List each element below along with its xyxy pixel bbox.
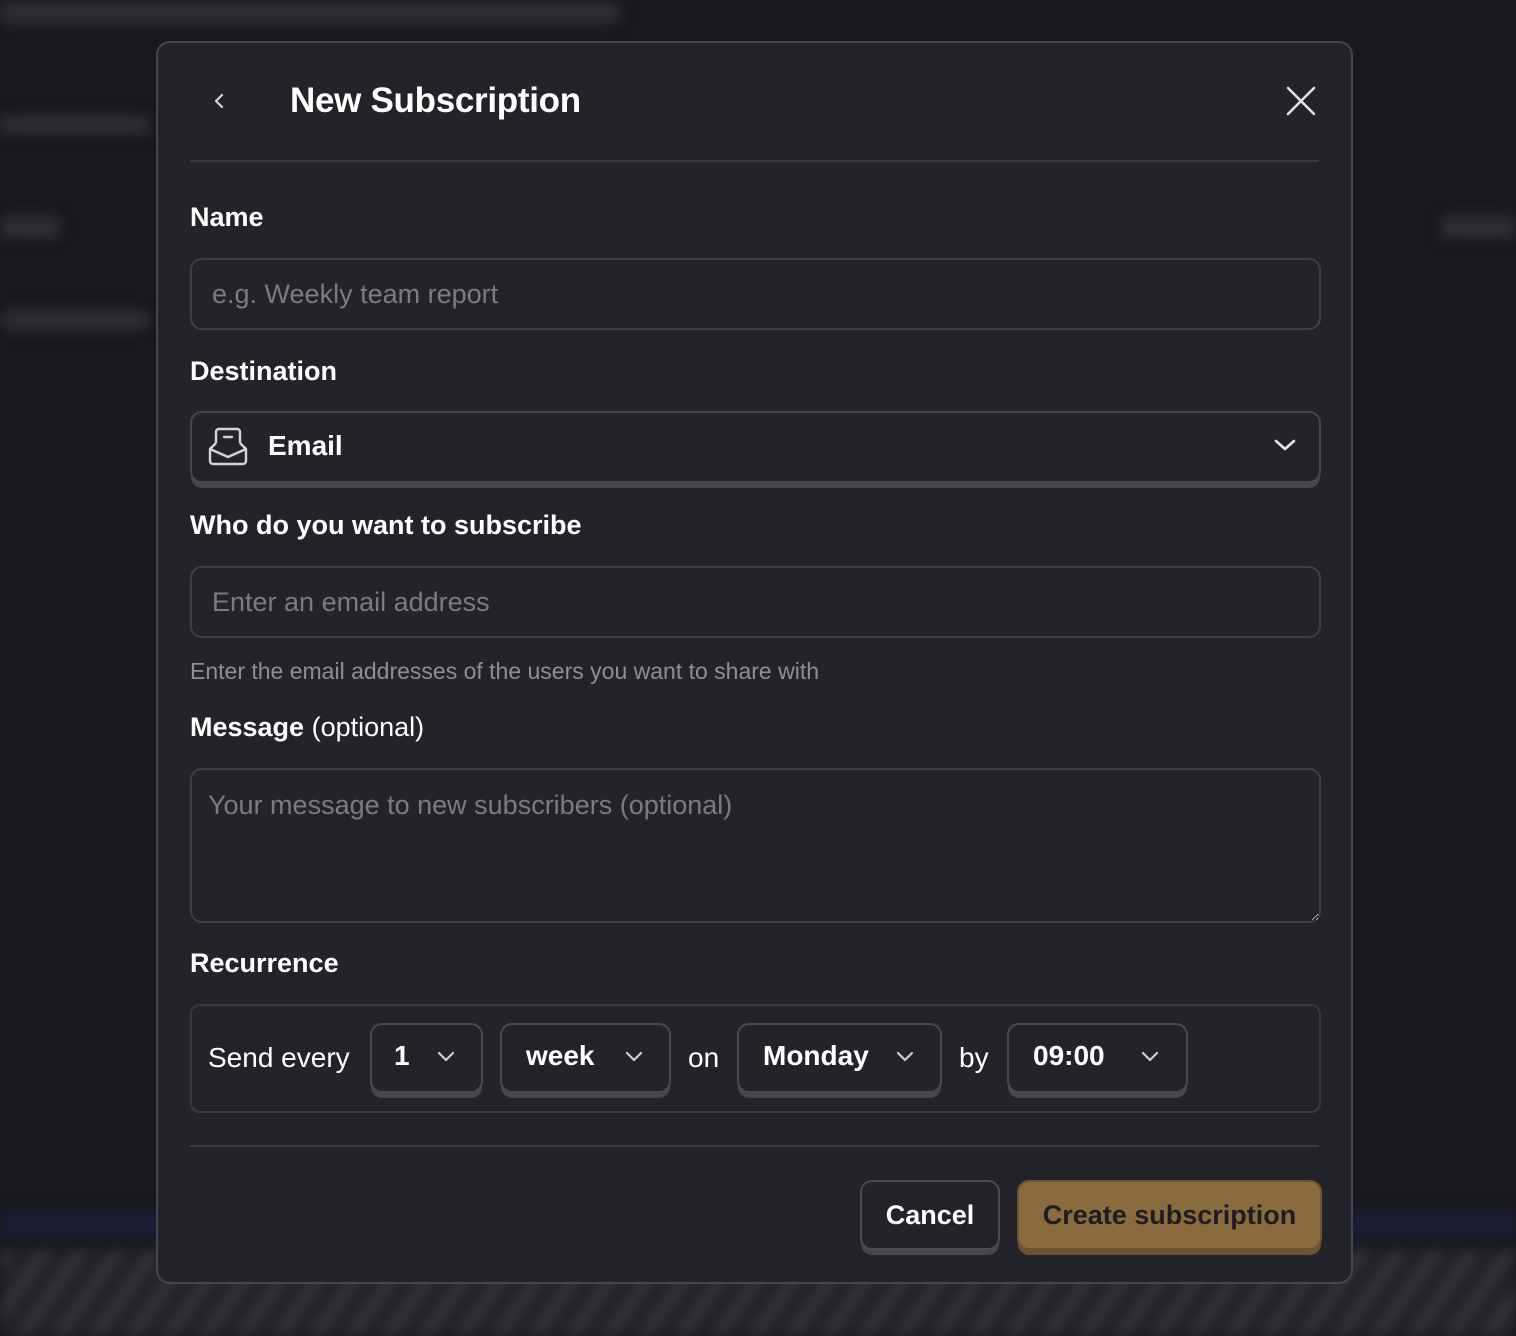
on-text: on [688, 1042, 720, 1073]
email-input[interactable] [190, 566, 1321, 638]
chevron-down-icon [896, 1051, 914, 1062]
inbox-icon [208, 427, 248, 466]
close-button[interactable] [1283, 83, 1319, 119]
name-label: Name [190, 202, 264, 232]
name-input[interactable] [190, 258, 1321, 330]
day-select[interactable]: Monday [737, 1023, 942, 1093]
chevron-down-icon [625, 1051, 643, 1062]
back-button[interactable] [204, 83, 234, 119]
interval-value: 1 [394, 1040, 410, 1071]
recurrence-label: Recurrence [190, 948, 339, 978]
by-text: by [959, 1042, 989, 1073]
time-select[interactable]: 09:00 [1007, 1023, 1188, 1093]
interval-select[interactable]: 1 [370, 1023, 483, 1093]
recipients-helper-text: Enter the email addresses of the users y… [190, 658, 819, 684]
destination-label: Destination [190, 356, 338, 386]
destination-select[interactable]: Email [190, 411, 1321, 483]
new-subscription-dialog: New Subscription Name Destination Email … [156, 41, 1353, 1284]
message-textarea[interactable] [190, 768, 1321, 923]
chevron-down-icon [437, 1051, 455, 1062]
message-label-text: Message [190, 712, 305, 742]
send-every-text: Send every [208, 1042, 350, 1073]
time-value: 09:00 [1033, 1040, 1105, 1071]
message-label: Message (optional) [190, 712, 424, 743]
cancel-button[interactable]: Cancel [860, 1180, 1000, 1250]
close-icon [1286, 86, 1316, 116]
destination-value: Email [268, 430, 343, 461]
day-value: Monday [763, 1040, 869, 1071]
recipients-label: Who do you want to subscribe [190, 510, 582, 540]
dialog-header: New Subscription [190, 43, 1319, 162]
unit-value: week [526, 1040, 595, 1071]
chevron-down-icon [1141, 1051, 1159, 1062]
chevron-down-icon [1274, 439, 1296, 451]
recurrence-panel: Send every 1 week on Monday by 09:00 [190, 1004, 1321, 1113]
unit-select[interactable]: week [500, 1023, 671, 1093]
create-subscription-button[interactable]: Create subscription [1017, 1180, 1322, 1250]
chevron-left-icon [214, 93, 224, 109]
footer-divider [190, 1145, 1319, 1147]
message-label-optional: (optional) [311, 712, 425, 742]
dialog-title: New Subscription [290, 81, 581, 120]
